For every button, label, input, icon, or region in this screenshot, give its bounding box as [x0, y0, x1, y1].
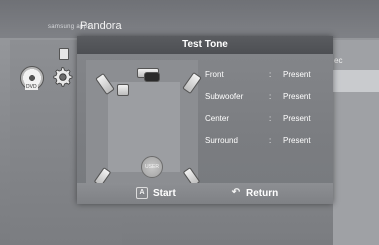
status-row-center: Center : Present [205, 114, 331, 136]
return-label: Return [246, 187, 279, 199]
return-button[interactable]: ↶ Return [231, 186, 278, 200]
start-label: Start [153, 187, 176, 199]
dialog-button-bar: A Start ↶ Return [77, 183, 333, 204]
dialog-title: Test Tone [77, 36, 333, 54]
status-name: Front [205, 70, 224, 79]
status-value: Present [283, 114, 311, 123]
status-value: Present [283, 136, 311, 145]
disc-label: DVD [25, 84, 38, 90]
subwoofer-unit-icon [144, 72, 160, 82]
speaker-status-list: Front : Present Subwoofer : Present Cent… [205, 70, 331, 158]
header-title[interactable]: Pandora [80, 20, 122, 32]
status-separator: : [269, 70, 272, 79]
return-icon: ↶ [231, 187, 241, 198]
status-separator: : [269, 92, 272, 101]
status-name: Surround [205, 136, 238, 145]
a-key-icon: A [136, 187, 148, 199]
status-separator: : [269, 136, 272, 145]
status-row-surround: Surround : Present [205, 136, 331, 158]
status-separator: : [269, 114, 272, 123]
subwoofer-speaker-icon [117, 84, 129, 96]
speaker-room-diagram: USER [86, 60, 202, 187]
status-row-front: Front : Present [205, 70, 331, 92]
right-menu-selected-row[interactable] [333, 70, 379, 92]
document-icon[interactable] [59, 48, 69, 60]
test-tone-dialog: Test Tone USER Front : Present Subwoofer… [77, 36, 333, 204]
right-menu-text: ec [334, 56, 343, 65]
gear-icon[interactable] [51, 65, 73, 87]
status-row-subwoofer: Subwoofer : Present [205, 92, 331, 114]
status-name: Center [205, 114, 230, 123]
front-right-speaker-icon [182, 71, 202, 95]
status-value: Present [283, 92, 311, 101]
background-header: samsung apps Pandora [0, 0, 379, 38]
status-name: Subwoofer [205, 92, 244, 101]
start-button[interactable]: A Start [136, 186, 176, 200]
user-position-icon: USER [141, 156, 163, 178]
status-value: Present [283, 70, 311, 79]
